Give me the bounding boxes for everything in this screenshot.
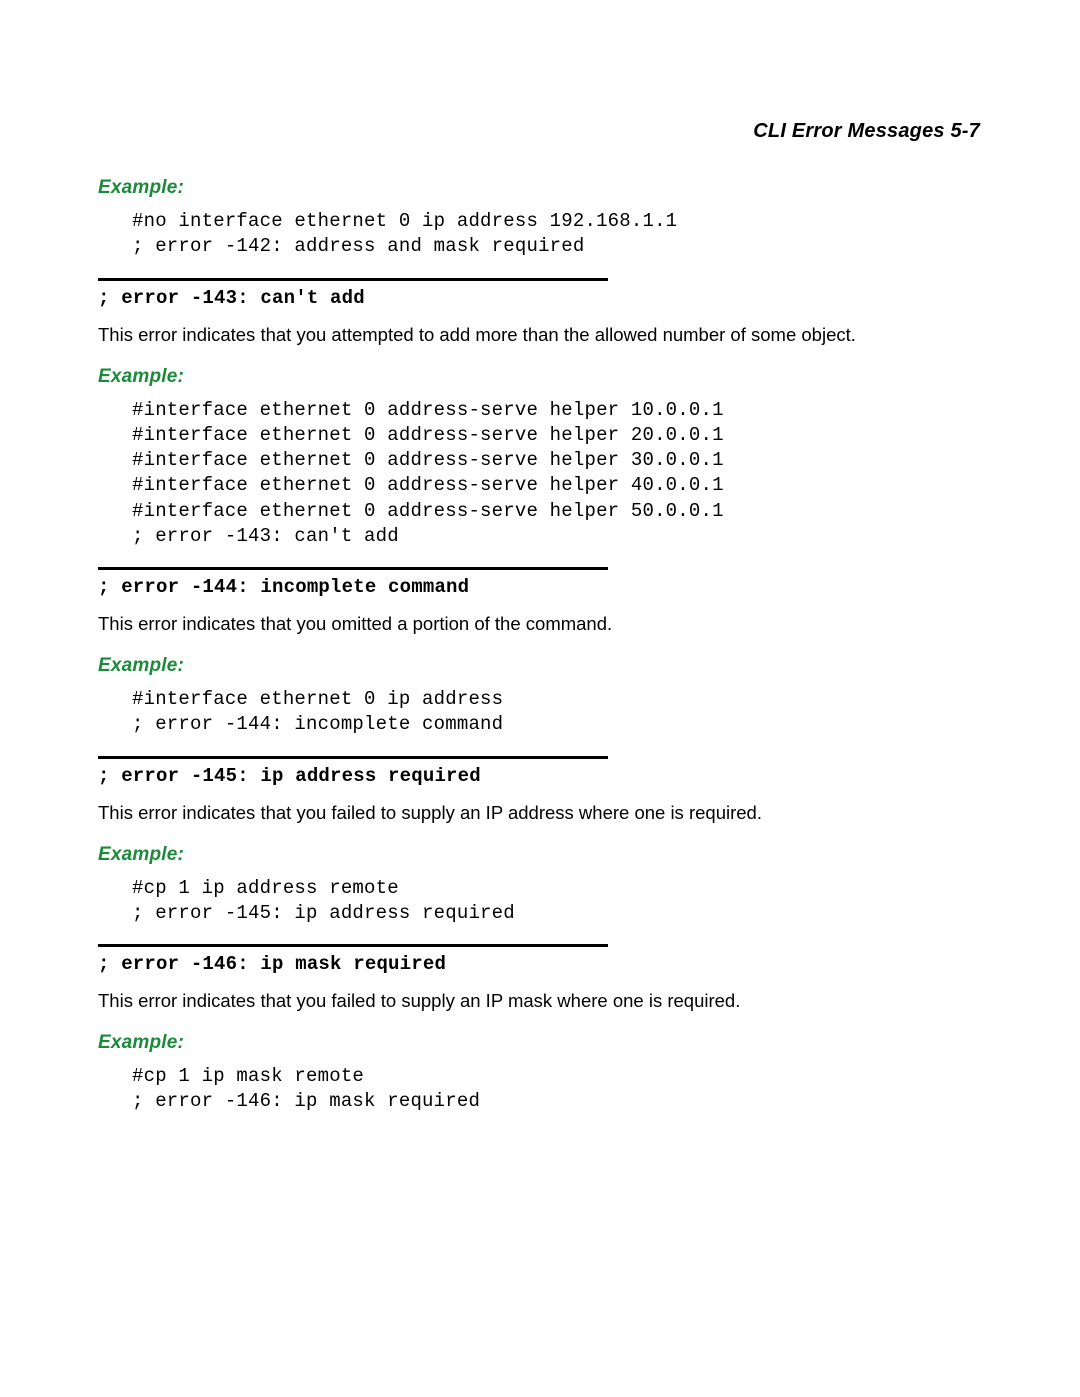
example-label: Example:	[98, 366, 980, 388]
error-description: This error indicates that you attempted …	[98, 323, 980, 348]
error-description: This error indicates that you omitted a …	[98, 612, 980, 637]
code-block: #interface ethernet 0 address-serve help…	[132, 398, 980, 550]
example-label: Example:	[98, 177, 980, 199]
error-heading-143: ; error -143: can't add	[98, 287, 980, 309]
page-header: CLI Error Messages 5-7	[98, 120, 980, 143]
divider	[98, 756, 608, 759]
example-label: Example:	[98, 844, 980, 866]
error-heading-145: ; error -145: ip address required	[98, 765, 980, 787]
code-block: #cp 1 ip address remote ; error -145: ip…	[132, 876, 980, 927]
page-content: CLI Error Messages 5-7 Example: #no inte…	[0, 0, 1080, 1397]
error-heading-146: ; error -146: ip mask required	[98, 953, 980, 975]
example-label: Example:	[98, 1032, 980, 1054]
error-heading-144: ; error -144: incomplete command	[98, 576, 980, 598]
error-description: This error indicates that you failed to …	[98, 801, 980, 826]
code-block: #no interface ethernet 0 ip address 192.…	[132, 209, 980, 260]
code-block: #interface ethernet 0 ip address ; error…	[132, 687, 980, 738]
example-label: Example:	[98, 655, 980, 677]
divider	[98, 278, 608, 281]
divider	[98, 944, 608, 947]
error-description: This error indicates that you failed to …	[98, 989, 980, 1014]
code-block: #cp 1 ip mask remote ; error -146: ip ma…	[132, 1064, 980, 1115]
divider	[98, 567, 608, 570]
